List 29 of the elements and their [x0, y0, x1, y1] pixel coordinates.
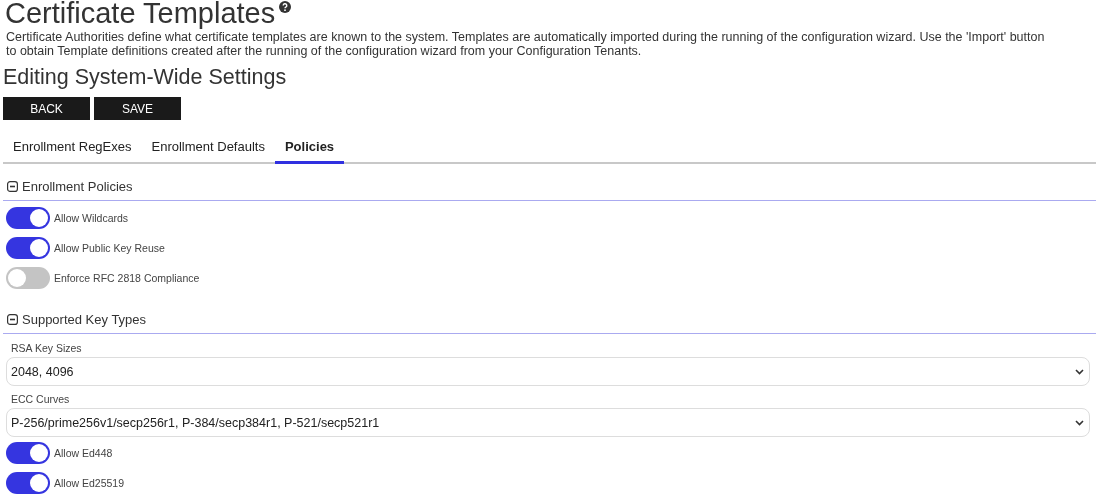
dropdown[interactable]: P-256/prime256v1/secp256r1, P-384/secp384r1, P-521/secp521r1: [6, 408, 1090, 437]
help-icon[interactable]: [279, 1, 292, 13]
toggle-label: Allow Ed25519: [54, 477, 125, 489]
toggle-switch[interactable]: [6, 207, 50, 229]
toggle-switch[interactable]: [6, 472, 50, 494]
dropdown[interactable]: 2048, 4096: [6, 357, 1090, 386]
field-label: RSA Key Sizes: [10, 341, 83, 356]
toggle-label: Enforce RFC 2818 Compliance: [54, 272, 200, 284]
section-header: Supported Key Types: [22, 312, 147, 327]
collapse-icon[interactable]: [7, 314, 18, 325]
tab[interactable]: Enrollment RegExes: [3, 135, 142, 164]
tab[interactable]: Enrollment Defaults: [141, 135, 275, 164]
section-title: Editing System-Wide Settings: [3, 64, 288, 90]
save-button[interactable]: SAVE: [94, 97, 181, 120]
toggle-label: Allow Ed448: [54, 447, 113, 459]
field-label: ECC Curves: [10, 392, 71, 407]
chevron-down-icon: [1075, 368, 1084, 375]
collapse-icon[interactable]: [7, 181, 18, 192]
toggle-switch[interactable]: [6, 237, 50, 259]
chevron-down-icon: [1075, 419, 1084, 426]
toggle-switch[interactable]: [6, 442, 50, 464]
section-header: Enrollment Policies: [22, 179, 133, 194]
description-text: Certificate Authorities define what certificate templates are known to the system. Templates are automatically imported during the running of the configuration wizard. Use the 'Import' button to obtain Template definitions created after the running of the configuration wizard from your Configuration Tenants.: [6, 30, 1046, 58]
toggle-label: Allow Wildcards: [54, 212, 129, 224]
toggle-switch[interactable]: [6, 267, 50, 289]
tab[interactable]: Policies: [274, 135, 345, 164]
back-button[interactable]: BACK: [3, 97, 90, 120]
page-title: Certificate Templates: [5, 0, 276, 28]
toggle-label: Allow Public Key Reuse: [54, 242, 165, 254]
